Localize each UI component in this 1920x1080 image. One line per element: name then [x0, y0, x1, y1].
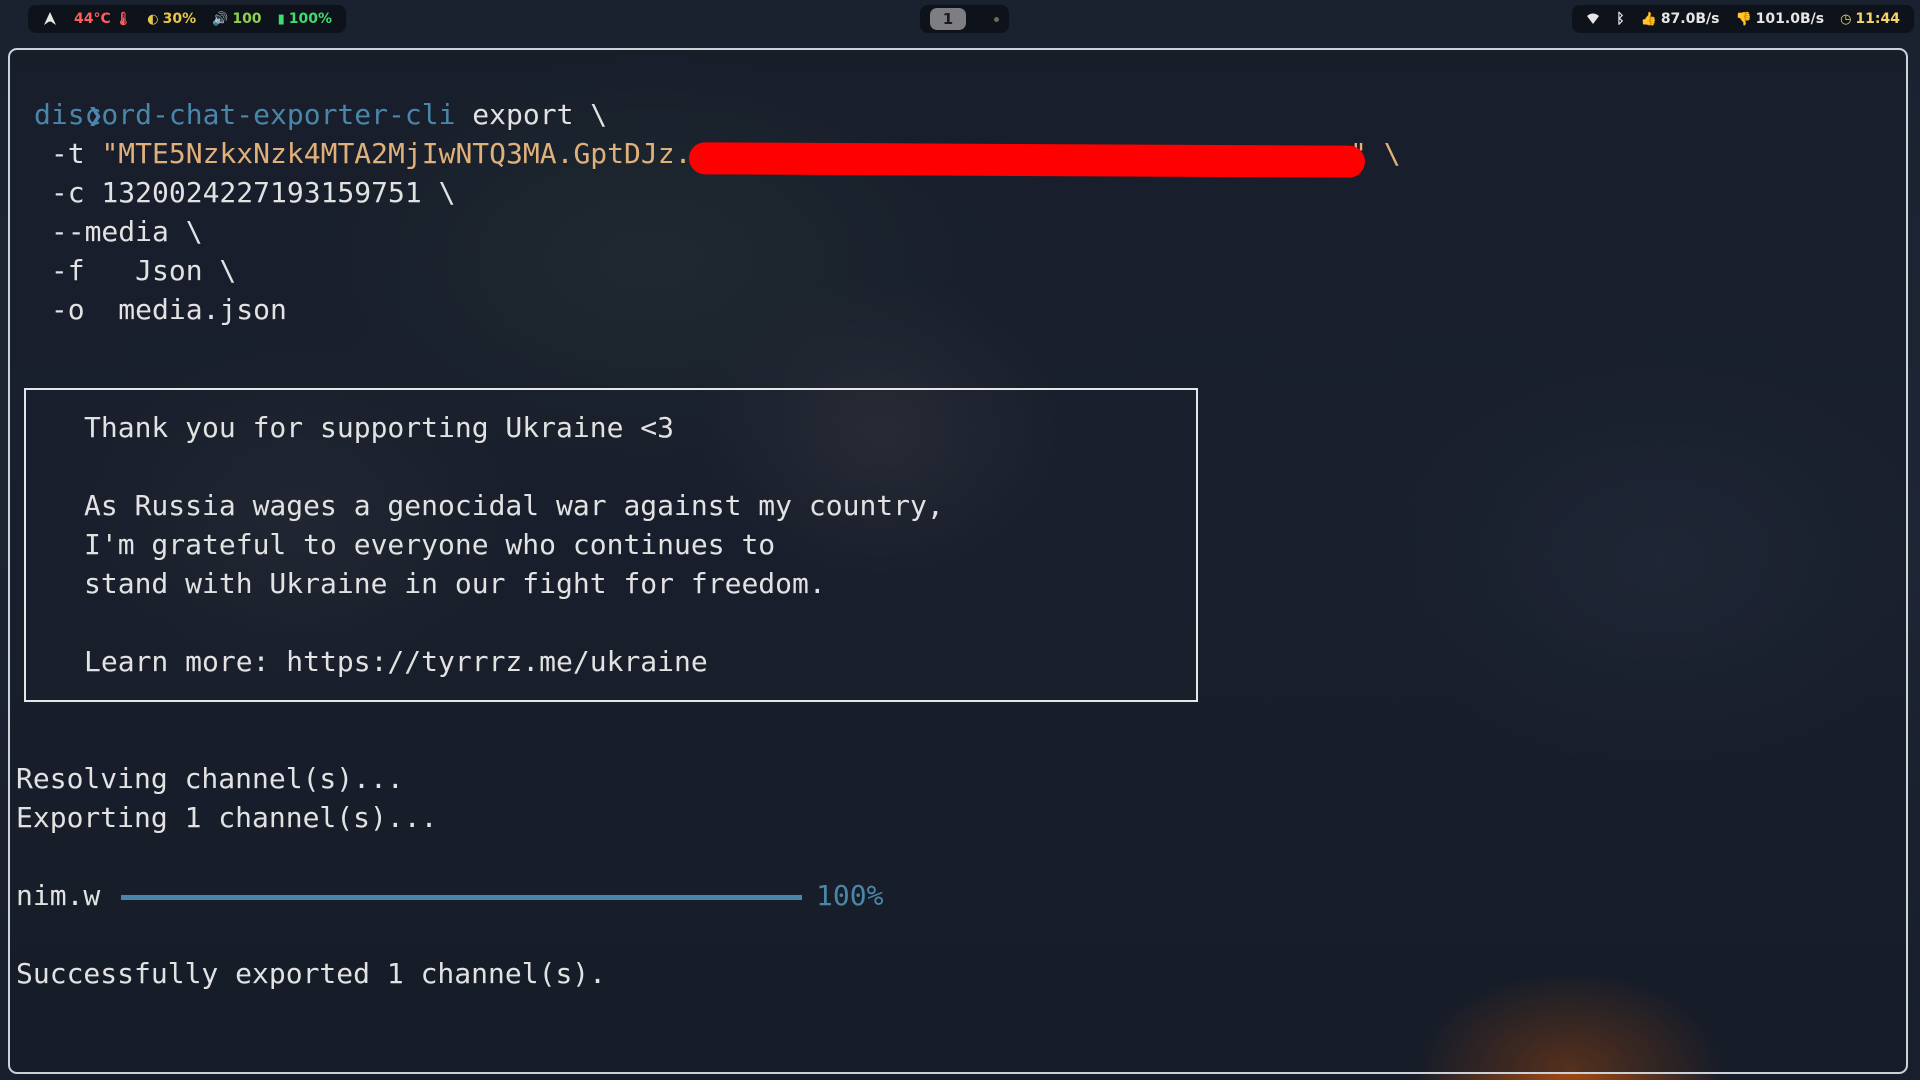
arch-logo-icon[interactable] [42, 11, 58, 27]
cpu-text: 30% [162, 11, 197, 27]
clock-text: 11:44 [1855, 11, 1900, 27]
clock-icon: ◷ [1840, 11, 1852, 27]
notice-line-3: stand with Ukraine in our fight for free… [84, 567, 826, 600]
notice-line-2: I'm grateful to everyone who continues t… [84, 528, 776, 561]
volume-text: 100 [232, 11, 262, 27]
bluetooth-icon[interactable]: ᛒ [1616, 11, 1624, 27]
workspace-button[interactable]: 1 [930, 8, 966, 30]
upload-widget: 👍 87.0B/s [1641, 11, 1720, 27]
download-widget: 👎 101.0B/s [1735, 11, 1824, 27]
battery-text: 100% [288, 11, 332, 27]
redaction-mark [688, 142, 1366, 178]
command-line-1: discord-chat-exporter-cli export \ [34, 95, 607, 134]
wifi-icon[interactable] [1586, 13, 1600, 25]
exporting-text: Exporting 1 channel(s)... [16, 801, 438, 834]
success-text: Successfully exported 1 channel(s). [16, 957, 607, 990]
command-program: discord-chat-exporter-cli [34, 98, 456, 131]
thermometer-icon: 🌡 [114, 11, 132, 27]
volume-icon: 🔊 [212, 11, 229, 27]
clock-widget[interactable]: ◷ 11:44 [1840, 11, 1900, 27]
command-subcommand: export \ [455, 98, 608, 131]
temperature-text: 44°C [74, 11, 111, 27]
command-line-format: -f Json \ [34, 254, 237, 287]
cpu-icon: ◐ [147, 11, 159, 27]
channel-name: nim.w [16, 879, 101, 912]
thumbs-down-icon: 👎 [1735, 11, 1752, 27]
volume-widget[interactable]: 🔊 100 [212, 11, 261, 27]
notice-line-1: As Russia wages a genocidal war against … [84, 489, 944, 522]
command-line-media: --media \ [34, 215, 203, 248]
workspace-indicator-dot [994, 16, 999, 22]
thumbs-up-icon: 👍 [1640, 11, 1657, 27]
notice-title: Thank you for supporting Ukraine <3 [84, 411, 675, 444]
battery-icon: ▮ [277, 11, 285, 27]
progress-percent: 100% [816, 879, 884, 912]
command-line-token: -t "MTE5NzkxNzk4MTA2MjIwNTQ3MA.GptDJz. [34, 134, 692, 173]
terminal-window[interactable]: ❯ discord-chat-exporter-cli export \ -t … [8, 48, 1908, 1074]
upload-text: 87.0B/s [1660, 11, 1720, 27]
token-flag: -t [34, 137, 102, 170]
status-bar-right: ᛒ 👍 87.0B/s 👎 101.0B/s ◷ 11:44 [1572, 5, 1914, 33]
progress-bar [121, 895, 802, 900]
temperature-widget: 44°C 🌡 [74, 11, 131, 27]
workspace-switcher: 1 [920, 5, 1009, 33]
notice-learn-more: Learn more: https://tyrrrz.me/ukraine [84, 645, 708, 678]
command-line-output: -o media.json [34, 293, 287, 326]
battery-widget: ▮ 100% [278, 11, 332, 27]
resolving-text: Resolving channel(s)... [16, 762, 404, 795]
token-value: "MTE5NzkxNzk4MTA2MjIwNTQ3MA.GptDJz. [101, 137, 692, 170]
progress-fill [121, 895, 802, 900]
status-bar: 44°C 🌡 ◐ 30% 🔊 100 ▮ 100% 1 ᛒ 👍 87.0B/s … [0, 0, 1920, 38]
cpu-widget: ◐ 30% [147, 11, 196, 27]
download-text: 101.0B/s [1755, 11, 1825, 27]
status-bar-left: 44°C 🌡 ◐ 30% 🔊 100 ▮ 100% [28, 5, 346, 33]
command-line-channel: -c 1320024227193159751 \ [34, 176, 456, 209]
